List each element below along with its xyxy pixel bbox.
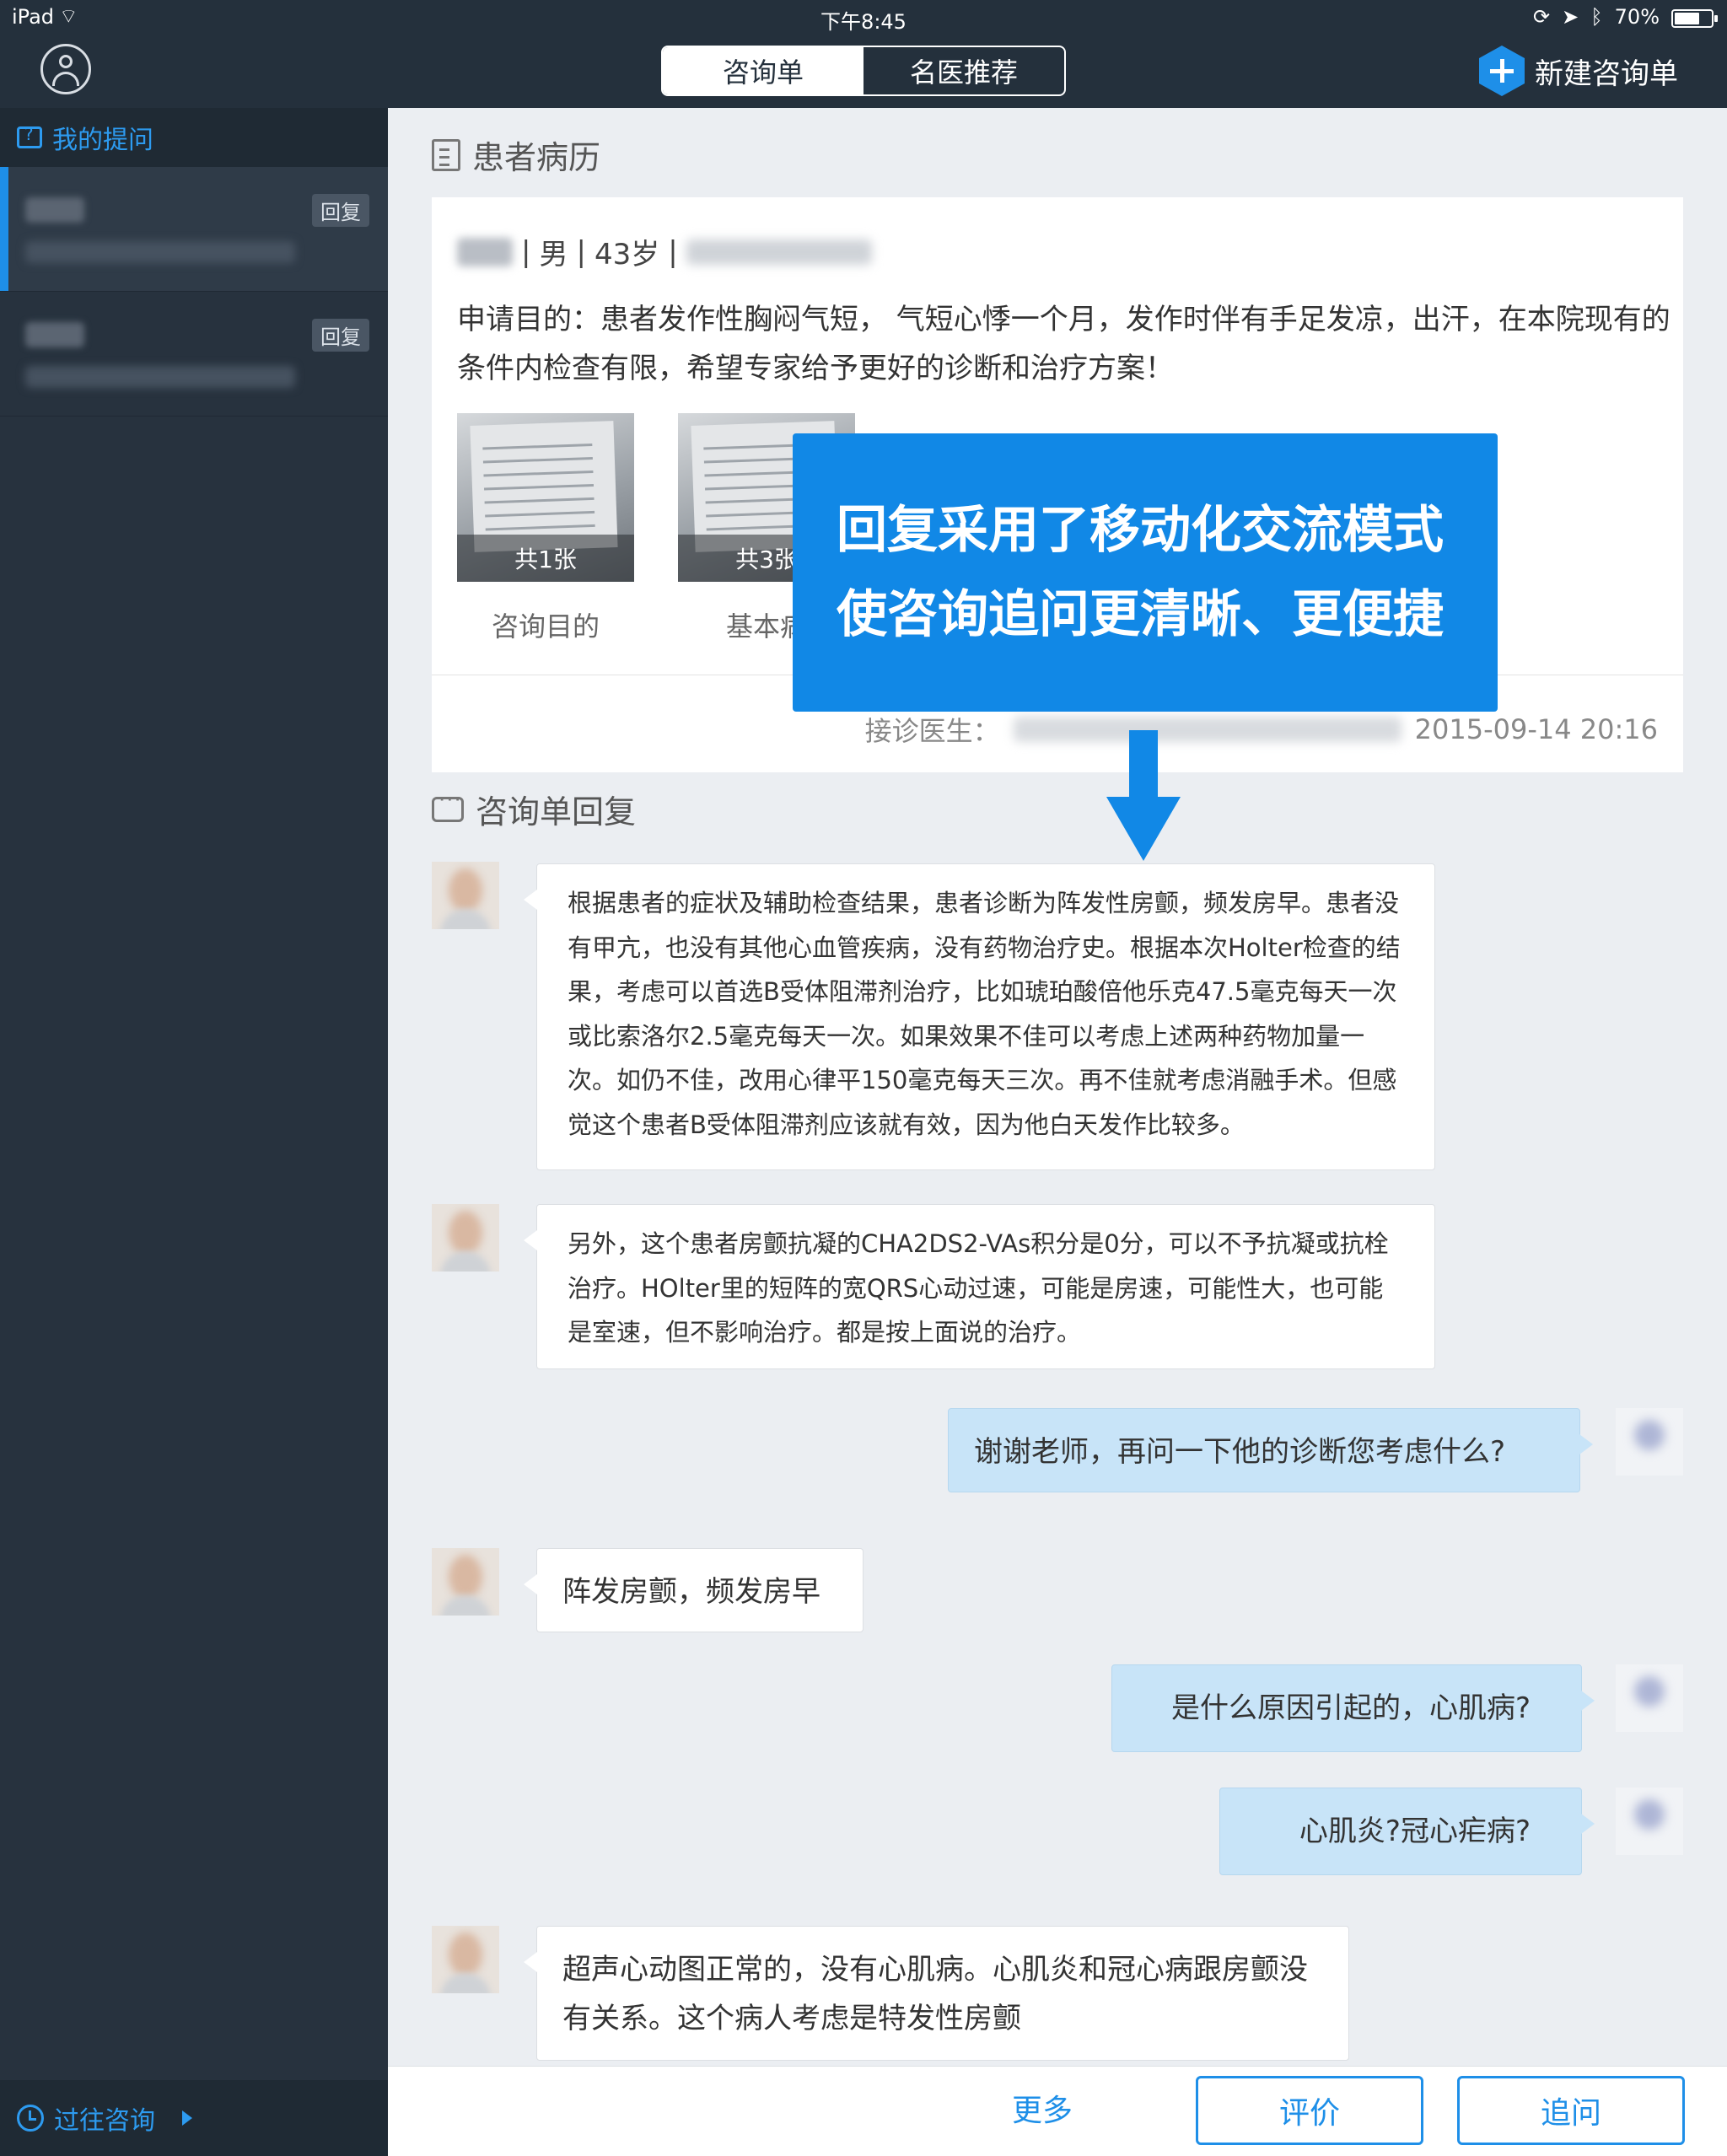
message-doctor-3: 阵发房颤，频发房早: [524, 1548, 864, 1632]
doctor-avatar: [432, 1204, 499, 1272]
blurred-patient-name: [25, 322, 84, 347]
battery-icon: [1671, 9, 1718, 28]
status-time: 下午8:45: [820, 10, 907, 34]
question-bubble-icon: [17, 124, 42, 148]
sidebar-header: 我的提问: [0, 108, 388, 167]
past-consultations-label: 过往咨询: [54, 2106, 155, 2136]
triangle-right-icon: [182, 2110, 192, 2126]
separator: |: [521, 234, 531, 269]
patient-age: 43岁: [594, 238, 660, 272]
blurred-question-summary: [25, 366, 295, 388]
message-doctor-1: 根据患者的症状及辅助检查结果，患者诊断为阵发性房颤，频发房早。患者没有甲亢，也没…: [524, 863, 1435, 1170]
tab-famous-doctors[interactable]: 名医推荐: [864, 47, 1064, 94]
attachment-count: 共1张: [457, 535, 634, 582]
attachment-label-1: 咨询目的: [491, 610, 600, 642]
status-bar: iPad ⌔ 下午8:45 ⟳ ➤ ᛒ 70%: [0, 0, 1727, 35]
message-doctor-4: 超声心动图正常的，没有心肌病。心肌炎和冠心病跟房颤没有关系。这个病人考虑是特发性…: [524, 1926, 1349, 2061]
past-consultations-button[interactable]: 过往咨询: [0, 2080, 388, 2156]
new-consultation-label: 新建咨询单: [1535, 56, 1678, 91]
top-nav-bar: iPad ⌔ 下午8:45 ⟳ ➤ ᛒ 70% 咨询单 名医推荐 新建咨询单: [0, 0, 1727, 108]
feature-callout: 回复采用了移动化交流模式 使咨询追问更清晰、更便捷: [793, 433, 1498, 712]
blurred-patient-phone: [686, 239, 872, 265]
sidebar-item-question-2[interactable]: 回复: [0, 292, 388, 417]
replies-section-label: 咨询单回复: [476, 793, 637, 831]
new-consultation-button[interactable]: 新建咨询单: [1479, 46, 1678, 96]
sidebar-item-question-1[interactable]: 回复: [0, 167, 388, 292]
user-head-shape: [59, 55, 73, 68]
document-photo: [470, 421, 618, 552]
blurred-patient-name: [457, 237, 513, 266]
reply-badge: 回复: [312, 194, 369, 227]
patient-avatar: [1616, 1664, 1683, 1732]
plus-hexagon-icon: [1479, 46, 1525, 96]
consultation-purpose: 申请目的：患者发作性胸闷气短， 气短心悸一个月，发作时伴有手足发凉，出汗，在本院…: [457, 303, 1671, 385]
arrow-down-icon: [1106, 797, 1181, 861]
reply-badge: 回复: [312, 319, 369, 352]
follow-up-button[interactable]: 追问: [1457, 2076, 1685, 2145]
record-section-title: 患者病历: [432, 132, 600, 178]
doctor-label: 接诊医生：: [864, 715, 1000, 747]
user-profile-icon[interactable]: [40, 44, 91, 94]
clock-icon: [17, 2105, 44, 2132]
patient-info-line: | 男 | 43岁 |: [457, 231, 872, 272]
message-patient-2: 是什么原因引起的，心肌病?: [1111, 1664, 1595, 1752]
attending-doctor-line: 接诊医生： 2015-09-14 20:16: [865, 710, 1658, 749]
doctor-avatar: [432, 1926, 499, 1993]
rotation-lock-icon: ⟳: [1533, 5, 1551, 29]
separator: |: [576, 234, 586, 269]
consultation-datetime: 2015-09-14 20:16: [1414, 713, 1658, 745]
patient-avatar: [1616, 1788, 1683, 1855]
blurred-doctor-info: [1013, 717, 1402, 742]
separator: |: [668, 234, 678, 269]
patient-gender: 男: [539, 238, 568, 272]
chat-icon: [432, 788, 464, 822]
battery-fill: [1675, 13, 1700, 24]
status-right: ⟳ ➤ ᛒ 70%: [1533, 5, 1660, 29]
user-body-shape: [52, 72, 79, 86]
document-icon: [432, 138, 460, 171]
callout-line-2: 使咨询追问更清晰、更便捷: [837, 585, 1444, 644]
record-section-label: 患者病历: [472, 139, 601, 176]
battery-percent: 70%: [1614, 5, 1660, 29]
message-patient-3: 心肌炎?冠心疟病?: [1219, 1788, 1595, 1875]
message-patient-1: 谢谢老师，再问一下他的诊断您考虑什么?: [948, 1408, 1593, 1492]
message-doctor-2: 另外，这个患者房颤抗凝的CHA2DS2-VAs积分是0分，可以不予抗凝或抗栓治疗…: [524, 1204, 1435, 1369]
blurred-patient-name: [25, 197, 84, 223]
attachment-thumbnail-1[interactable]: 共1张: [457, 413, 634, 582]
tab-consultation[interactable]: 咨询单: [663, 47, 864, 94]
doctor-avatar: [432, 1548, 499, 1616]
callout-arrow-shaft: [1129, 730, 1158, 801]
sidebar-header-label: 我的提问: [52, 126, 153, 155]
blurred-question-summary: [25, 241, 295, 263]
sidebar: 我的提问 回复 回复 过往咨询: [0, 108, 388, 2156]
patient-avatar: [1616, 1408, 1683, 1476]
bluetooth-icon: ᛒ: [1590, 5, 1603, 29]
nav-segmented-control: 咨询单 名医推荐: [661, 46, 1066, 96]
replies-section-title: 咨询单回复: [432, 786, 636, 832]
doctor-avatar: [432, 862, 499, 929]
location-icon: ➤: [1562, 5, 1579, 29]
more-button[interactable]: 更多: [958, 2088, 1127, 2135]
rate-button[interactable]: 评价: [1196, 2076, 1423, 2145]
callout-line-1: 回复采用了移动化交流模式: [837, 501, 1444, 560]
